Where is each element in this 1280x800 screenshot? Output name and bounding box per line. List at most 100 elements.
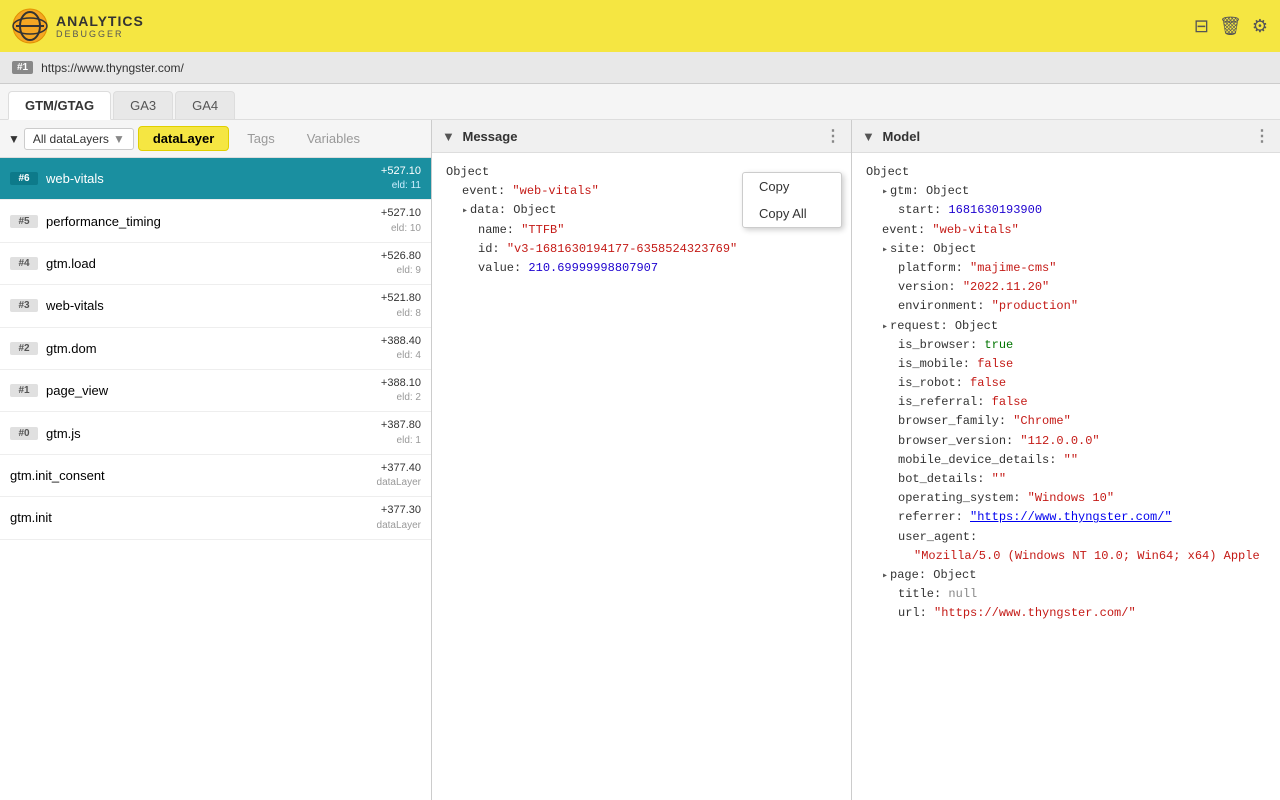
event-time-7: +377.40 — [381, 462, 421, 474]
tab-gtm-gtag[interactable]: GTM/GTAG — [8, 91, 111, 120]
model-environment: environment: "production" — [866, 297, 1266, 316]
tab-variables[interactable]: Variables — [293, 127, 374, 150]
tab-ga3[interactable]: GA3 — [113, 91, 173, 119]
event-meta-3: +521.80 eld: 8 — [381, 291, 421, 320]
model-referrer-link[interactable]: "https://www.thyngster.com/" — [970, 510, 1172, 524]
event-eid-1: eld: 10 — [391, 223, 421, 234]
event-badge-3: #3 — [10, 299, 38, 312]
event-meta-7: +377.40 dataLayer — [377, 461, 421, 490]
event-badge-0: #6 — [10, 172, 38, 185]
event-meta-6: +387.80eld: 1 — [381, 418, 421, 447]
event-left-8: gtm.init — [10, 510, 52, 525]
left-panel: ▼ All dataLayers ▼ dataLayer Tags Variab… — [0, 120, 432, 800]
filter-arrow-icon: ▼ — [8, 132, 20, 146]
event-time-3: +521.80 — [381, 292, 421, 304]
model-toggle-icon[interactable]: ▼ — [862, 129, 875, 144]
model-is-referral: is_referral: false — [866, 393, 1266, 412]
model-url: url: "https://www.thyngster.com/" — [866, 604, 1266, 623]
url-text: https://www.thyngster.com/ — [41, 61, 184, 75]
cup-icon[interactable]: 🗑 — [1219, 16, 1242, 37]
message-panel-header: ▼ Message ⋮ — [432, 120, 851, 153]
event-list-item-8[interactable]: gtm.init +377.30 dataLayer — [0, 497, 431, 539]
event-name-4: gtm.dom — [46, 341, 97, 356]
model-is-robot: is_robot: false — [866, 374, 1266, 393]
barcode-icon[interactable]: ⊟ — [1194, 16, 1209, 37]
model-referrer: referrer: "https://www.thyngster.com/" — [866, 508, 1266, 527]
event-time-1: +527.10 — [381, 207, 421, 219]
message-panel-menu-icon[interactable]: ⋮ — [825, 126, 841, 146]
event-badge-5: #1 — [10, 384, 38, 397]
tab-datalayer[interactable]: dataLayer — [138, 126, 229, 151]
event-list-item-3[interactable]: #3 web-vitals +521.80 eld: 8 — [0, 285, 431, 327]
event-eid-7: dataLayer — [377, 477, 421, 488]
tab-tags[interactable]: Tags — [233, 127, 288, 150]
header: ANALYTICS DEBUGGER ⊟ 🗑 ⚙ — [0, 0, 1280, 52]
event-list-item-6[interactable]: #0 gtm.js +387.80eld: 1 — [0, 412, 431, 454]
event-left-0: #6 web-vitals — [10, 171, 104, 186]
event-left-5: #1page_view — [10, 383, 108, 398]
event-eid-4: eld: 4 — [397, 350, 421, 361]
model-browser-version: browser_version: "112.0.0.0" — [866, 432, 1266, 451]
url-bar: #1 https://www.thyngster.com/ — [0, 52, 1280, 84]
event-eid-3: eld: 8 — [397, 308, 421, 319]
event-meta-5: +388.10 eld: 2 — [381, 376, 421, 405]
event-list-item-7[interactable]: gtm.init_consent +377.40 dataLayer — [0, 455, 431, 497]
right-area: ▼ Message ⋮ Object event: "web-vitals" ▸… — [432, 120, 1280, 800]
filter-dropdown[interactable]: All dataLayers ▼ — [24, 128, 134, 150]
filter-dropdown-label: All dataLayers — [33, 132, 109, 146]
event-eid-6: eld: 1 — [397, 435, 421, 446]
event-name-3: web-vitals — [46, 298, 104, 313]
main-area: ▼ All dataLayers ▼ dataLayer Tags Variab… — [0, 120, 1280, 800]
filter-bar: ▼ All dataLayers ▼ dataLayer Tags Variab… — [0, 120, 431, 158]
logo: ANALYTICS DEBUGGER — [12, 8, 144, 44]
event-eid-2: eld: 9 — [397, 265, 421, 276]
model-panel-menu-icon[interactable]: ⋮ — [1254, 126, 1270, 146]
event-meta-2: +526.80 eld: 9 — [381, 249, 421, 278]
message-toggle-icon[interactable]: ▼ — [442, 129, 455, 144]
context-menu: Copy Copy All — [742, 172, 842, 228]
model-gtm: ▸gtm: Object — [866, 182, 1266, 201]
logo-title: ANALYTICS — [56, 13, 144, 29]
event-time-8: +377.30 — [381, 504, 421, 516]
event-name-1: performance_timing — [46, 214, 161, 229]
event-list-item-0[interactable]: #6web-vitals+527.10eld: 11 — [0, 158, 431, 200]
filter-dropdown-arrow-icon: ▼ — [113, 132, 125, 146]
logo-icon — [12, 8, 48, 44]
event-meta-1: +527.10 eld: 10 — [381, 206, 421, 235]
event-left-7: gtm.init_consent — [10, 468, 105, 483]
model-root: Object — [866, 163, 1266, 182]
tab-ga4[interactable]: GA4 — [175, 91, 235, 119]
event-left-3: #3 web-vitals — [10, 298, 104, 313]
tabs-row: GTM/GTAG GA3 GA4 — [0, 84, 1280, 120]
event-name-0: web-vitals — [46, 171, 104, 186]
model-event: event: "web-vitals" — [866, 221, 1266, 240]
model-browser-family: browser_family: "Chrome" — [866, 412, 1266, 431]
model-is-mobile: is_mobile: false — [866, 355, 1266, 374]
event-left-2: #4gtm.load — [10, 256, 96, 271]
model-panel: ▼ Model ⋮ Object ▸gtm: Object start: 168… — [852, 120, 1280, 800]
event-name-6: gtm.js — [46, 426, 81, 441]
event-eid-5: eld: 2 — [397, 392, 421, 403]
model-platform: platform: "majime-cms" — [866, 259, 1266, 278]
context-menu-copy-all[interactable]: Copy All — [743, 200, 841, 227]
event-time-2: +526.80 — [381, 250, 421, 262]
event-meta-4: +388.40 eld: 4 — [381, 334, 421, 363]
message-code-content: Object event: "web-vitals" ▸data: Object… — [432, 153, 851, 800]
model-title: title: null — [866, 585, 1266, 604]
event-badge-6: #0 — [10, 427, 38, 440]
event-name-7: gtm.init_consent — [10, 468, 105, 483]
event-list-item-2[interactable]: #4gtm.load +526.80 eld: 9 — [0, 243, 431, 285]
event-list-item-5[interactable]: #1page_view +388.10 eld: 2 — [0, 370, 431, 412]
event-list-item-1[interactable]: #5performance_timing +527.10 eld: 10 — [0, 200, 431, 242]
header-icons: ⊟ 🗑 ⚙ — [1194, 16, 1268, 37]
event-time-5: +388.10 — [381, 377, 421, 389]
settings-icon[interactable]: ⚙ — [1252, 16, 1268, 37]
context-menu-copy[interactable]: Copy — [743, 173, 841, 200]
message-panel-title: Message — [463, 129, 518, 144]
model-code-content: Object ▸gtm: Object start: 1681630193900… — [852, 153, 1280, 800]
event-eid-8: dataLayer — [377, 520, 421, 531]
event-list-item-4[interactable]: #2gtm.dom+388.40eld: 4 — [0, 328, 431, 370]
event-left-1: #5performance_timing — [10, 214, 161, 229]
model-page: ▸page: Object — [866, 566, 1266, 585]
event-time-4: +388.40 — [381, 335, 421, 347]
